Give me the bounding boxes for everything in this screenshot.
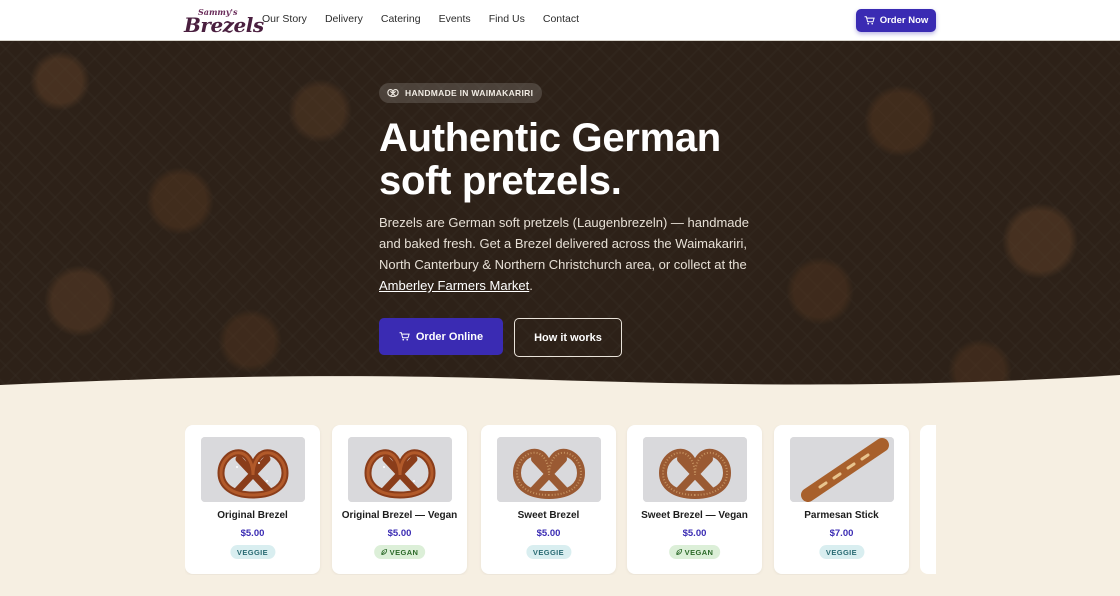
product-image — [497, 437, 601, 502]
product-name: Sweet Brezel — [517, 510, 580, 521]
product-image — [790, 437, 894, 502]
vegan-badge: VEGAN — [668, 545, 721, 559]
hero-section: HANDMADE IN WAIMAKARIRI Authentic German… — [0, 41, 1120, 401]
hero-title-line2: soft pretzels. — [379, 159, 622, 203]
product-card[interactable]: Sweet Brezel — Vegan $5.00 VEGAN — [627, 425, 762, 574]
veggie-badge: VEGGIE — [229, 545, 276, 559]
leaf-icon — [675, 549, 682, 555]
order-online-label: Order Online — [415, 330, 484, 343]
top-nav: Sammy's Brezels Our Story Delivery Cater… — [0, 0, 1120, 41]
pretzel-icon — [387, 88, 399, 97]
nav-link-events[interactable]: Events — [439, 13, 471, 25]
product-name: Sweet Brezel — Vegan — [641, 510, 748, 521]
how-it-works-button[interactable]: How it works — [514, 318, 622, 357]
tag-text: VEGGIE — [825, 547, 858, 557]
product-carousel: Original Brezel $5.00 VEGGIE Original Br… — [185, 425, 936, 575]
vegan-badge: VEGAN — [373, 545, 426, 559]
how-it-works-label: How it works — [534, 331, 602, 344]
brand-logo[interactable]: Sammy's Brezels — [184, 7, 264, 37]
order-online-button[interactable]: Order Online — [379, 318, 503, 355]
hero-title-line1: Authentic German — [379, 116, 721, 160]
logo-big-text: Brezels — [184, 13, 264, 37]
nav-links: Our Story Delivery Catering Events Find … — [262, 13, 597, 25]
product-price: $7.00 — [829, 528, 854, 539]
product-price: $5.00 — [240, 528, 265, 539]
product-name: Original Brezel — Vegan — [341, 510, 458, 521]
product-card[interactable]: Sweet Brezel $5.00 VEGGIE — [481, 425, 616, 574]
veggie-badge: VEGGIE — [525, 545, 572, 559]
hero-desc-end: . — [529, 278, 533, 293]
hero-content: HANDMADE IN WAIMAKARIRI Authentic German… — [379, 83, 759, 357]
order-now-label: Order Now — [879, 15, 929, 26]
tag-text: VEGGIE — [532, 547, 565, 557]
tag-text: VEGAN — [389, 547, 419, 557]
product-name: Parmesan Stick — [804, 510, 879, 521]
order-now-button[interactable]: Order Now — [856, 9, 936, 32]
cart-icon — [864, 16, 875, 25]
product-image — [348, 437, 452, 502]
origin-badge: HANDMADE IN WAIMAKARIRI — [379, 83, 543, 103]
product-card[interactable]: Original Brezel — Vegan $5.00 VEGAN — [332, 425, 467, 574]
product-image — [201, 437, 305, 502]
product-card[interactable]: Original Brezel $5.00 VEGGIE — [185, 425, 320, 574]
product-name: Original Brezel — [217, 510, 288, 521]
product-card[interactable]: Parmesan Stick $7.00 VEGGIE — [774, 425, 909, 574]
hero-wave-divider — [0, 375, 1120, 411]
tag-text: VEGGIE — [236, 547, 269, 557]
cart-icon — [399, 332, 410, 341]
product-price: $5.00 — [387, 528, 412, 539]
veggie-badge: VEGGIE — [818, 545, 865, 559]
nav-link-contact[interactable]: Contact — [543, 13, 579, 25]
nav-link-our-story[interactable]: Our Story — [262, 13, 307, 25]
nav-link-delivery[interactable]: Delivery — [325, 13, 363, 25]
badge-text: HANDMADE IN WAIMAKARIRI — [405, 88, 534, 98]
nav-link-find-us[interactable]: Find Us — [489, 13, 525, 25]
leaf-icon — [380, 549, 387, 555]
product-price: $5.00 — [536, 528, 561, 539]
farmers-market-link[interactable]: Amberley Farmers Market — [379, 278, 529, 293]
hero-description: Brezels are German soft pretzels (Laugen… — [379, 212, 759, 296]
hero-title: Authentic German soft pretzels. — [379, 117, 759, 203]
product-price: $5.00 — [682, 528, 707, 539]
tag-text: VEGAN — [684, 547, 714, 557]
hero-desc-text: Brezels are German soft pretzels (Laugen… — [379, 215, 749, 272]
product-card-partial[interactable] — [920, 425, 936, 574]
product-image — [643, 437, 747, 502]
nav-link-catering[interactable]: Catering — [381, 13, 421, 25]
hero-cta-group: Order Online How it works — [379, 318, 759, 357]
